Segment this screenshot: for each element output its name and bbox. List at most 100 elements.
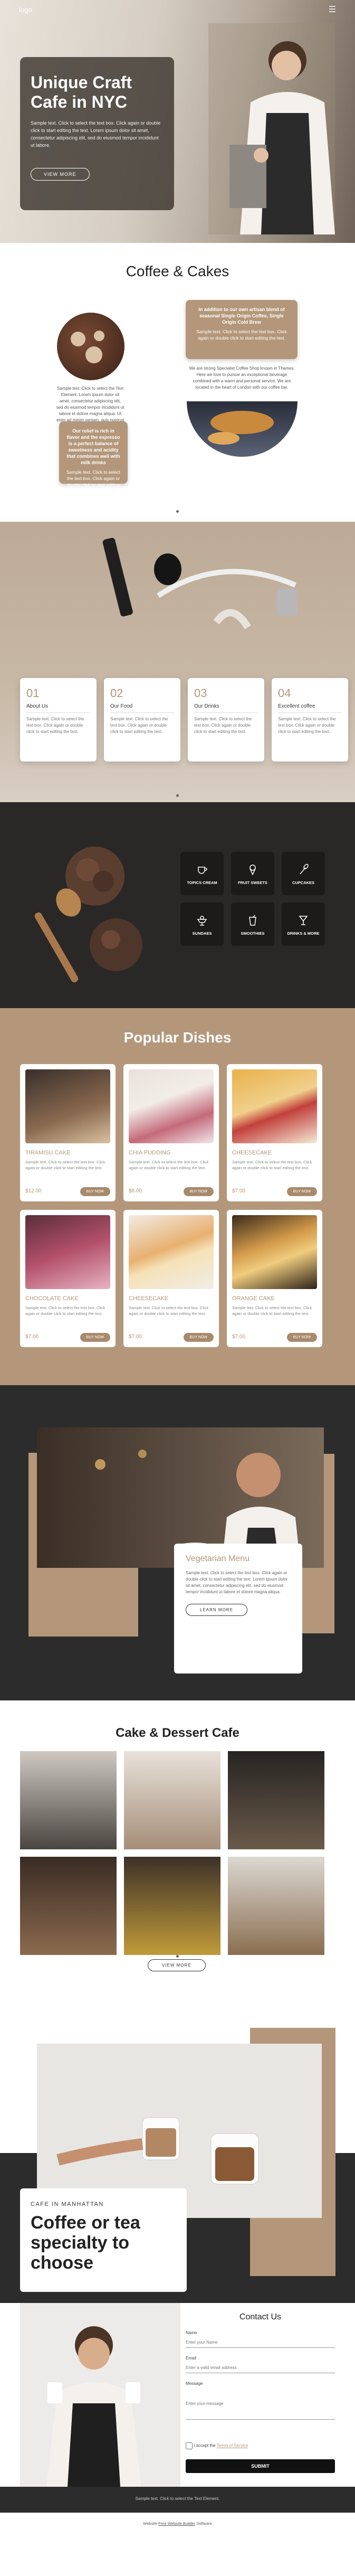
card-title: About Us [26, 703, 90, 713]
name-label: Name [186, 2330, 197, 2335]
coffee-tools-image [102, 538, 298, 629]
dish-text: Sample text. Click to select the text bo… [129, 1305, 209, 1316]
builder-link[interactable]: Free Website Builder [158, 2521, 195, 2526]
buy-now-button[interactable]: BUY NOW [80, 1333, 110, 1342]
terms-checkbox[interactable] [186, 2442, 193, 2449]
name-input[interactable] [186, 2337, 335, 2348]
menu-item-tile[interactable]: FRUIT SWEETS [231, 852, 274, 895]
buy-now-button[interactable]: BUY NOW [80, 1187, 110, 1196]
menu-icons-section: TOPICS CREAM FRUIT SWEETS CUPCAKES SUNDA… [0, 802, 355, 1008]
gallery-image-pour[interactable] [228, 1751, 324, 1849]
right-box-title: In addition to our own artisan blend of … [198, 307, 285, 325]
dish-text: Sample text. Click to select the text bo… [25, 1305, 105, 1316]
menu-item-tile[interactable]: SMOOTHIES [231, 902, 274, 946]
logo[interactable]: logo [19, 6, 32, 14]
dish-image [232, 1215, 317, 1289]
dish-text: Sample text. Click to select the text bo… [232, 1305, 312, 1316]
menu-item-label: SMOOTHIES [241, 931, 265, 936]
left-text-box: Our relief is rich in flavor and the esp… [59, 421, 128, 494]
gallery-image-staff[interactable] [124, 1857, 220, 1955]
dish-card: CHIA PUDDING Sample text. Click to selec… [123, 1064, 219, 1201]
card-text: Sample text. Click to select the text bo… [26, 717, 84, 734]
credit-prefix: Website [143, 2521, 158, 2526]
card-title: Our Food [110, 703, 174, 713]
menu-item-label: SUNDAES [192, 931, 212, 936]
dish-card: CHEESECAKE Sample text. Click to select … [227, 1064, 322, 1201]
smoothie-icon [249, 915, 256, 926]
menu-item-label: TOPICS CREAM [187, 880, 217, 885]
dish-name: CHEESECAKE [232, 1150, 272, 1156]
menu-item-tile[interactable]: DRINKS & MORE [282, 902, 325, 946]
menu-item-tile[interactable]: TOPICS CREAM [180, 852, 224, 895]
dish-name: CHIA PUDDING [129, 1150, 171, 1156]
dish-price: $7.00 [129, 1334, 142, 1340]
dish-card: TIRAMISU CAKE Sample text. Click to sele… [20, 1064, 116, 1201]
submit-button[interactable]: SUBMIT [186, 2459, 335, 2473]
popular-dishes-section: Popular Dishes TIRAMISU CAKE Sample text… [0, 1008, 355, 1385]
pastry-image [187, 401, 298, 457]
email-input[interactable] [186, 2363, 335, 2373]
right-box-text: Sample text. Click to select the text bo… [196, 329, 287, 341]
footer: Sample text. Click to select the Text El… [0, 2487, 355, 2513]
gallery-image-cafe[interactable] [20, 1751, 117, 1849]
dish-image [25, 1215, 110, 1289]
coffee-cakes-section: Coffee & Cakes Sample text. Click to sel… [0, 243, 355, 522]
vegetarian-title: Vegetarian Menu [186, 1554, 250, 1563]
hero-text: Sample text. Click to select the text bo… [31, 120, 161, 148]
feature-card: 04 Excellent coffee Sample text. Click t… [272, 678, 348, 761]
gallery-grid [20, 1751, 324, 1955]
menu-item-label: CUPCAKES [292, 880, 315, 885]
terms-link[interactable]: Terms of Service [217, 2443, 248, 2448]
dish-price: $7.00 [232, 1334, 246, 1340]
gallery-image-tea[interactable] [228, 1857, 324, 1955]
gallery-image-beans[interactable] [20, 1857, 117, 1955]
menu-item-tile[interactable]: CUPCAKES [282, 852, 325, 895]
dish-name: TIRAMISU CAKE [25, 1150, 71, 1156]
section-title: Coffee & Cakes [126, 263, 229, 279]
buy-now-button[interactable]: BUY NOW [183, 1333, 214, 1342]
right-paragraph: We are strong Specialist Coffee Shop kno… [189, 366, 295, 390]
dish-price: $7.00 [232, 1188, 246, 1194]
dish-card: CHEESECAKE Sample text. Click to select … [123, 1210, 219, 1347]
hero-title: Unique Craft Cafe in NYC [31, 73, 132, 111]
menu-item-tile[interactable]: SUNDAES [180, 902, 224, 946]
dish-image [129, 1069, 214, 1143]
gallery-image-barista[interactable] [124, 1751, 220, 1849]
buy-now-button[interactable]: BUY NOW [286, 1187, 317, 1196]
section-title: Cake & Dessert Cafe [116, 1726, 239, 1740]
view-more-button[interactable]: VIEW MORE [148, 1959, 206, 1971]
ice-cream-icon [250, 864, 256, 876]
site-header: logo ☰ [0, 0, 355, 19]
chocolate-cake-image [57, 313, 124, 380]
hero-card: Unique Craft Cafe in NYC Sample text. Cl… [20, 57, 174, 210]
credit-suffix: Software [196, 2521, 212, 2526]
view-more-button[interactable]: VIEW MORE [31, 168, 90, 181]
message-input[interactable] [186, 2388, 335, 2420]
feature-card: 01 About Us Sample text. Click to select… [20, 678, 97, 761]
dish-card: CHOCOLATE CAKE Sample text. Click to sel… [20, 1210, 116, 1347]
left-box-title: Our relief is rich in flavor and the esp… [66, 428, 120, 465]
menu-item-label: FRUIT SWEETS [238, 880, 267, 885]
cup-icon [198, 867, 207, 874]
feature-cards: 01 About Us Sample text. Click to select… [20, 678, 348, 761]
contact-title: Contact Us [239, 2312, 282, 2321]
hamburger-icon[interactable]: ☰ [329, 4, 336, 15]
carousel-dots[interactable] [0, 786, 355, 802]
dish-image [232, 1069, 317, 1143]
learn-more-button[interactable]: LEARN MORE [186, 1604, 247, 1616]
section-title: Popular Dishes [123, 1029, 232, 1046]
drinks-icon [299, 916, 308, 925]
card-text: Sample text. Click to select the text bo… [110, 717, 168, 734]
buy-now-button[interactable]: BUY NOW [183, 1187, 214, 1196]
vegetarian-section: Vegetarian Menu Sample text. Click to se… [0, 1385, 355, 1700]
dish-card: ORANGE CAKE Sample text. Click to select… [227, 1210, 322, 1347]
dish-image [129, 1215, 214, 1289]
vegetarian-text: Sample text. Click to select the text bo… [186, 1571, 288, 1594]
buy-now-button[interactable]: BUY NOW [286, 1333, 317, 1342]
carousel-dots[interactable] [0, 502, 355, 520]
barista-image [208, 23, 335, 234]
card-title: Excellent coffee [278, 703, 342, 713]
credit-bar: Website Free Website Builder Software [0, 2513, 355, 2535]
feature-card: 03 Our Drinks Sample text. Click to sele… [188, 678, 264, 761]
terms-row: I accept the Terms of Service [186, 2442, 335, 2449]
